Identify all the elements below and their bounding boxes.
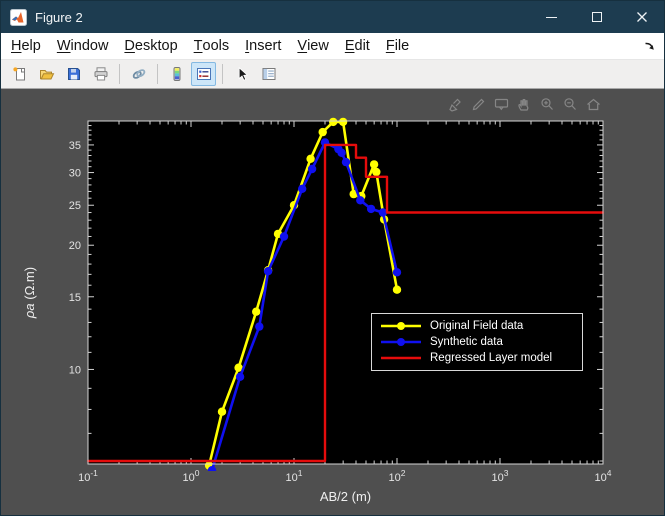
y-tick-label: 30 (69, 168, 81, 180)
legend-label: Original Field data (430, 320, 523, 332)
x-tick-label: 101 (286, 468, 303, 484)
minimize-button[interactable] (529, 1, 574, 33)
figure-window: Figure 2 HelpWindowDesktopToolsInsertVie… (0, 0, 665, 516)
legend-sample (379, 336, 423, 348)
plot-area[interactable] (88, 121, 603, 464)
save-figure-icon (66, 66, 82, 82)
y-tick-label: 35 (69, 140, 81, 152)
matlab-logo-icon (10, 9, 27, 26)
toolbar-separator (119, 64, 120, 84)
legend-entry-original-field-data[interactable]: Original Field data (379, 319, 574, 333)
legend-sample (379, 320, 423, 332)
print-figure-button[interactable] (88, 62, 113, 86)
menubar-overflow-arrow[interactable] (643, 39, 657, 53)
save-figure-button[interactable] (61, 62, 86, 86)
link-plot-icon (131, 66, 147, 82)
restore-view-icon[interactable] (585, 96, 602, 113)
open-file-button[interactable] (34, 62, 59, 86)
edit-icon[interactable] (470, 96, 487, 113)
pan-icon[interactable] (516, 96, 533, 113)
x-tick-label: 102 (389, 468, 406, 484)
y-axis-label: ρa (Ω.m) (22, 267, 37, 319)
new-figure-button[interactable] (7, 62, 32, 86)
plot-svg: 10-1 100 101 102 103 104 10 15 20 25 30 35 AB/2 (m) ρ… (1, 89, 665, 516)
insert-legend-icon (196, 66, 212, 82)
edit-plot-icon (234, 66, 250, 82)
insert-colorbar-icon (169, 66, 185, 82)
datatip-icon[interactable] (493, 96, 510, 113)
y-tick-label: 25 (69, 200, 81, 212)
legend-entry-synthetic-data[interactable]: Synthetic data (379, 335, 574, 349)
close-icon (636, 11, 648, 23)
titlebar[interactable]: Figure 2 (1, 1, 664, 33)
window-controls (529, 1, 664, 33)
menu-item-insert[interactable]: Insert (237, 33, 289, 59)
link-plot-button[interactable] (126, 62, 151, 86)
insert-legend-button[interactable] (191, 62, 216, 86)
window-title: Figure 2 (35, 10, 83, 25)
menu-item-window[interactable]: Window (49, 33, 117, 59)
menu-item-desktop[interactable]: Desktop (116, 33, 185, 59)
axes-toolbar (447, 96, 602, 113)
menu-item-help[interactable]: Help (3, 33, 49, 59)
minimize-icon (546, 17, 557, 18)
legend-sample (379, 352, 423, 364)
legend[interactable]: Original Field data Synthetic data Regress… (371, 313, 583, 371)
x-tick-label: 104 (595, 468, 612, 484)
x-axis-label: AB/2 (m) (320, 489, 371, 504)
edit-plot-button[interactable] (229, 62, 254, 86)
x-tick-label: 10-1 (78, 468, 98, 484)
new-figure-icon (12, 66, 28, 82)
open-plot-browser-icon (261, 66, 277, 82)
figure-toolbar (1, 60, 664, 89)
close-button[interactable] (619, 1, 664, 33)
maximize-icon (592, 12, 602, 22)
y-tick-label: 20 (69, 240, 81, 252)
zoom-in-icon[interactable] (539, 96, 556, 113)
menu-item-edit[interactable]: Edit (337, 33, 378, 59)
menu-item-tools[interactable]: Tools (186, 33, 237, 59)
insert-colorbar-button[interactable] (164, 62, 189, 86)
menubar: HelpWindowDesktopToolsInsertViewEditFile (1, 33, 664, 60)
open-file-icon (39, 66, 55, 82)
y-tick-label: 10 (69, 364, 81, 376)
x-tick-label: 103 (492, 468, 509, 484)
toolbar-separator (222, 64, 223, 84)
menu-item-view[interactable]: View (289, 33, 336, 59)
menu-item-file[interactable]: File (378, 33, 417, 59)
legend-label: Synthetic data (430, 336, 503, 348)
legend-entry-regressed-layer-model[interactable]: Regressed Layer model (379, 351, 574, 365)
legend-label: Regressed Layer model (430, 352, 552, 364)
zoom-out-icon[interactable] (562, 96, 579, 113)
figure-canvas: 10-1 100 101 102 103 104 10 15 20 25 30 35 AB/2 (m) ρ… (1, 89, 665, 516)
maximize-button[interactable] (574, 1, 619, 33)
open-plot-browser-button[interactable] (256, 62, 281, 86)
brush-icon[interactable] (447, 96, 464, 113)
toolbar-separator (157, 64, 158, 84)
print-figure-icon (93, 66, 109, 82)
y-tick-label: 15 (69, 292, 81, 304)
x-tick-label: 100 (183, 468, 200, 484)
